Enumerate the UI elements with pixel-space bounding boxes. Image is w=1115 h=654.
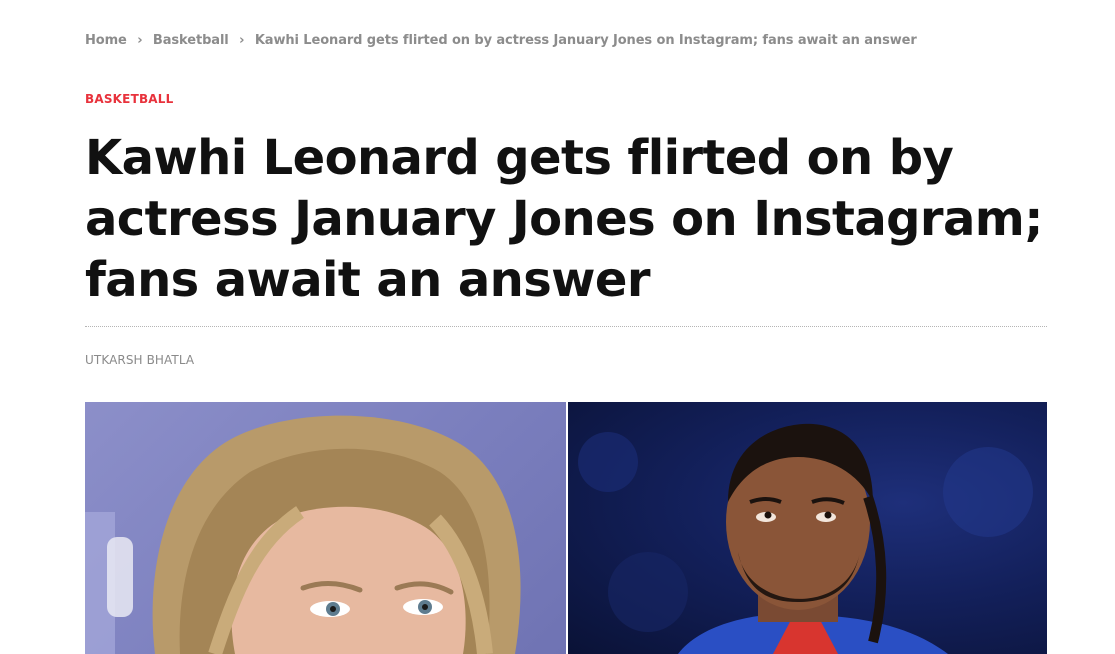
divider [85, 326, 1047, 327]
hero-image-right-panel [568, 402, 1047, 654]
breadcrumb: Home › Basketball › Kawhi Leonard gets f… [85, 33, 917, 48]
page-title: Kawhi Leonard gets flirted on by actress… [85, 130, 1043, 308]
article-page: Home › Basketball › Kawhi Leonard gets f… [0, 0, 1115, 654]
breadcrumb-home-link[interactable]: Home [85, 33, 127, 48]
breadcrumb-basketball-link[interactable]: Basketball [153, 33, 229, 48]
category-link[interactable]: BASKETBALL [85, 92, 173, 106]
hero-image [85, 402, 1047, 654]
chevron-right-icon: › [239, 33, 245, 48]
portrait-woman-illustration [85, 415, 521, 654]
author-link[interactable]: UTKARSH BHATLA [85, 353, 194, 367]
hero-image-left-panel [85, 402, 566, 654]
basketball-player-illustration [578, 423, 1033, 654]
breadcrumb-current-page: Kawhi Leonard gets flirted on by actress… [254, 33, 917, 48]
chevron-right-icon: › [137, 33, 143, 48]
